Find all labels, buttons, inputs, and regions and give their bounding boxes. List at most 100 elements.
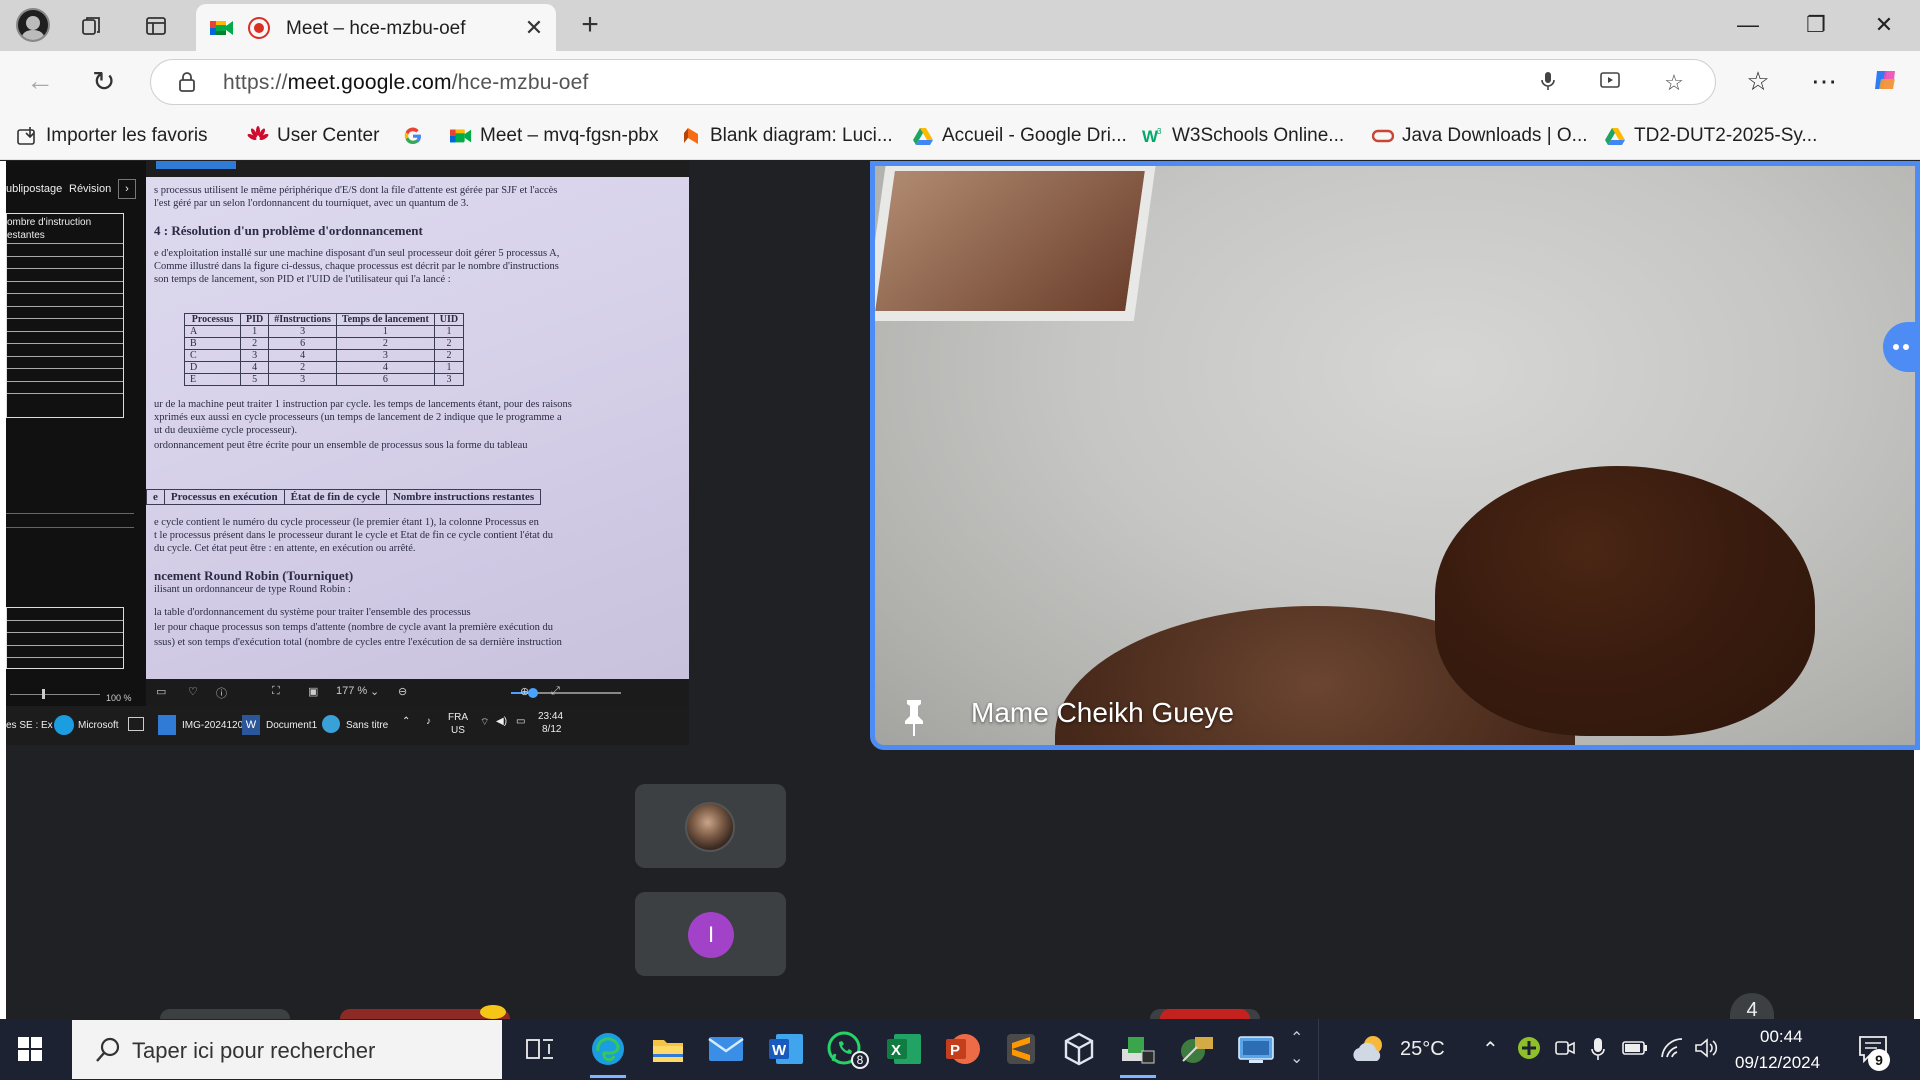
microphone-icon[interactable] <box>1535 70 1561 96</box>
schedule-header-cell: Nombre instructions restantes <box>385 489 542 505</box>
word-icon[interactable]: W <box>766 1029 806 1069</box>
fullscreen-icon[interactable]: ⤢ <box>551 685 560 698</box>
svg-text:3: 3 <box>1157 127 1162 136</box>
favorites-list-icon[interactable]: ☆ <box>1742 65 1774 97</box>
tab-meet[interactable]: Meet – hce-mzbu-oef ✕ <box>196 4 556 51</box>
w3schools-icon: W3 <box>1142 127 1162 146</box>
security-icon[interactable] <box>1516 1035 1542 1067</box>
table-cell: 4 <box>268 349 337 362</box>
cast-icon[interactable] <box>1597 70 1623 96</box>
taskbar-scroll-icon[interactable]: ⌃ ⌄ <box>1290 1029 1303 1069</box>
recording-icon <box>248 17 270 39</box>
bookmark-label: Accueil - Google Dri... <box>942 125 1127 146</box>
tab-close-icon[interactable]: ✕ <box>522 16 546 40</box>
pin-icon[interactable] <box>899 698 929 738</box>
back-arrow-icon[interactable]: ← <box>26 65 54 97</box>
doc-line: ssus) et son temps d'exécution total (no… <box>154 637 562 648</box>
ribbon-more-icon[interactable]: › <box>118 179 136 199</box>
bookmark-td2[interactable]: TD2-DUT2-2025-Sy... <box>1604 123 1817 149</box>
bookmark-w3schools[interactable]: W3 W3Schools Online... <box>1142 123 1344 149</box>
close-window-button[interactable]: ✕ <box>1862 8 1906 42</box>
info-icon[interactable]: ⓘ <box>216 685 227 701</box>
camera-icon[interactable] <box>1554 1037 1576 1065</box>
participant-tile-1[interactable] <box>635 784 786 868</box>
edge-icon[interactable] <box>588 1029 628 1078</box>
fit-icon[interactable]: ▣ <box>308 685 318 698</box>
wifi-icon: ⌔ <box>480 717 490 728</box>
archiver-icon[interactable] <box>1177 1029 1217 1069</box>
task-view-icon[interactable] <box>520 1029 560 1069</box>
paint-icon <box>322 715 340 733</box>
more-options-icon[interactable]: ⋯ <box>1808 65 1840 97</box>
screen-share-tile[interactable]: ublipostage Révision › ombre d'instructi… <box>6 161 689 745</box>
word-zoom-slider-knob[interactable] <box>42 689 45 699</box>
network-drive-icon[interactable] <box>1118 1029 1158 1078</box>
table-cell: 2 <box>239 337 270 350</box>
photo-zoom-level[interactable]: 177 % <box>336 685 367 697</box>
mic-icon[interactable] <box>1590 1037 1606 1067</box>
zoom-dropdown-icon[interactable]: ⌄ <box>370 685 379 698</box>
remote-desktop-icon[interactable] <box>1236 1029 1276 1069</box>
crop-icon[interactable]: ⛶ <box>272 685 280 698</box>
restore-button[interactable]: ❐ <box>1794 8 1838 42</box>
bookmark-google-drive[interactable]: Accueil - Google Dri... <box>912 123 1127 149</box>
camera-tile[interactable]: Mame Cheikh Gueye <box>870 161 1920 750</box>
bookmark-google[interactable] <box>402 123 424 149</box>
bookmark-java[interactable]: Java Downloads | O... <box>1372 123 1588 149</box>
clock-time[interactable]: 00:44 <box>1760 1027 1803 1047</box>
powerpoint-icon[interactable]: P <box>943 1029 983 1069</box>
bookmark-user-center[interactable]: User Center <box>247 123 379 149</box>
slideshow-icon[interactable]: ▭ <box>156 685 166 698</box>
lang-region: US <box>451 725 465 736</box>
table-cell: 6 <box>335 373 435 386</box>
zoom-slider-knob[interactable] <box>528 688 538 698</box>
profile-avatar-icon[interactable] <box>16 8 50 42</box>
table-cell: 3 <box>239 349 270 362</box>
shared-task-item: Document1 <box>266 720 318 731</box>
table-cell: 2 <box>433 337 465 350</box>
browser-tab-bar: Meet – hce-mzbu-oef ✕ + — ❐ ✕ <box>0 0 1920 51</box>
bookmark-import-favorites[interactable]: Importer les favoris <box>16 123 208 149</box>
favorite-star-icon[interactable]: ☆ <box>1661 70 1687 96</box>
zoom-out-icon[interactable]: ⊖ <box>398 685 407 698</box>
shared-taskbar: es SE : Ex Microsoft IMG-2024120 W Docum… <box>6 706 689 745</box>
tab-actions-icon[interactable] <box>140 10 172 42</box>
wifi-icon[interactable] <box>1660 1037 1684 1065</box>
lock-icon[interactable] <box>179 72 195 92</box>
virtualbox-icon[interactable] <box>1059 1029 1099 1069</box>
photo-viewer-toolbar: ▭ ♡ ⓘ ⛶ ▣ 177 % ⌄ ⊖ ⊕ ⤢ <box>146 679 689 706</box>
weather-temperature[interactable]: 25°C <box>1400 1038 1445 1061</box>
taskbar-search-input[interactable]: Taper ici pour rechercher <box>72 1020 502 1079</box>
ribbon-tab-review[interactable]: Révision <box>69 183 111 195</box>
clock-date[interactable]: 09/12/2024 <box>1735 1053 1820 1073</box>
drive-icon <box>913 128 933 145</box>
meet-stage: ublipostage Révision › ombre d'instructi… <box>0 161 1920 1023</box>
excel-icon[interactable]: X <box>884 1029 924 1069</box>
copilot-icon[interactable] <box>1870 65 1902 97</box>
whatsapp-icon[interactable]: 8 <box>825 1029 869 1069</box>
table-row: D4241 <box>184 361 465 374</box>
bookmark-meet[interactable]: Meet – mvq-fgsn-pbx <box>450 123 658 149</box>
sublime-text-icon[interactable] <box>1001 1029 1041 1069</box>
battery-icon[interactable] <box>1622 1037 1648 1065</box>
start-windows-icon[interactable] <box>18 1037 42 1061</box>
tray-chevron-icon: ⌃ <box>402 716 411 727</box>
minimize-button[interactable]: — <box>1726 8 1770 42</box>
participant-tile-2[interactable]: I <box>635 892 786 976</box>
weather-icon[interactable] <box>1350 1029 1390 1069</box>
ribbon-tab-mailings[interactable]: ublipostage <box>6 183 62 195</box>
table-cell: B <box>184 337 241 350</box>
volume-icon[interactable] <box>1694 1037 1720 1065</box>
tray-chevron-icon[interactable]: ⌃ <box>1482 1037 1499 1062</box>
new-tab-button[interactable]: + <box>575 8 605 42</box>
word-table-fragment: ombre d'instruction estantes <box>6 213 124 418</box>
bookmark-lucid[interactable]: Blank diagram: Luci... <box>680 123 893 149</box>
mail-icon[interactable] <box>706 1029 746 1069</box>
file-explorer-icon[interactable] <box>648 1029 688 1069</box>
zoom-in-icon[interactable]: ⊕ <box>520 685 529 698</box>
workspaces-icon[interactable] <box>76 10 108 42</box>
heart-icon[interactable]: ♡ <box>188 685 198 698</box>
reload-icon[interactable]: ↻ <box>92 65 115 98</box>
process-table: Processus PID #Instructions Temps de lancem… <box>184 313 465 386</box>
url-field[interactable]: https://meet.google.com/hce-mzbu-oef ☆ <box>150 59 1716 105</box>
